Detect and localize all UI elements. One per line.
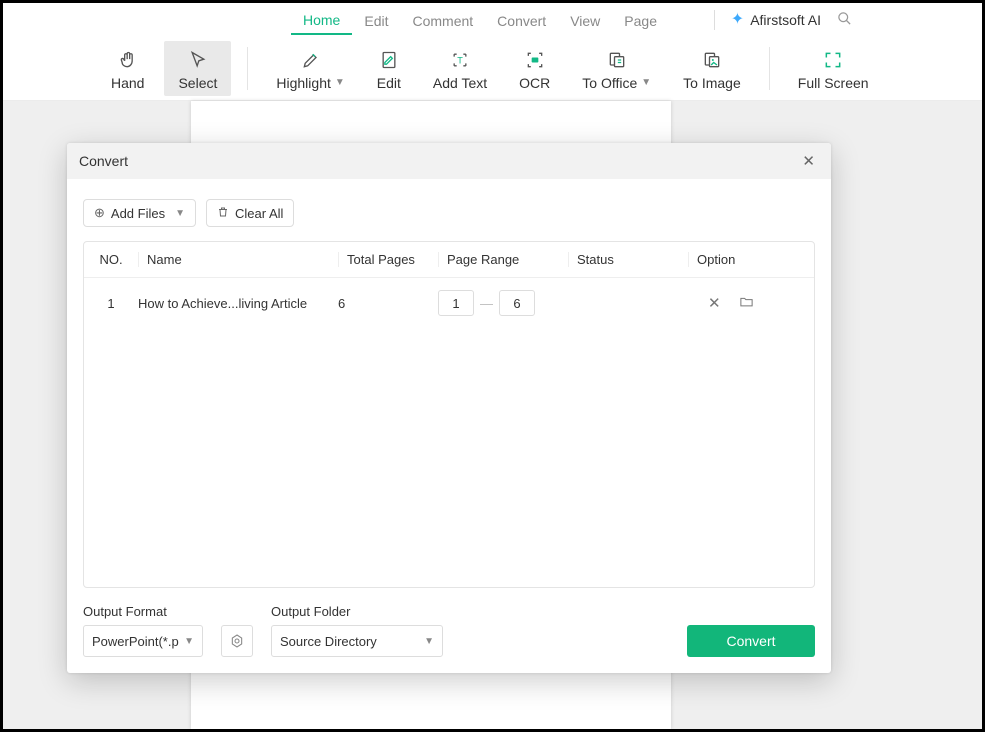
clear-all-button[interactable]: Clear All <box>206 199 294 227</box>
tool-full-screen-label: Full Screen <box>798 75 869 91</box>
caret-down-icon: ▼ <box>184 636 194 647</box>
tool-to-image[interactable]: To Image <box>669 41 755 96</box>
to-image-icon <box>702 49 722 71</box>
dialog-header: Convert ✕ <box>67 143 831 179</box>
col-status: Status <box>568 252 688 267</box>
caret-down-icon: ▼ <box>175 208 185 219</box>
output-folder-label: Output Folder <box>271 604 443 619</box>
tool-select-label: Select <box>178 75 217 91</box>
tool-add-text[interactable]: T Add Text <box>419 41 501 96</box>
tool-full-screen[interactable]: Full Screen <box>784 41 883 96</box>
add-files-button[interactable]: ⊕ Add Files ▼ <box>83 199 196 227</box>
main-menu: Home Edit Comment Convert View Page ✦ Af… <box>3 3 982 37</box>
menu-divider <box>714 10 715 30</box>
hand-icon <box>118 49 138 71</box>
table-row: 1 How to Achieve...living Article 6 — ✕ <box>84 278 814 326</box>
cursor-icon <box>188 49 208 71</box>
file-table-head: NO. Name Total Pages Page Range Status O… <box>84 242 814 278</box>
ai-label: Afirstsoft AI <box>750 12 821 28</box>
tool-edit-label: Edit <box>377 75 401 91</box>
caret-down-icon: ▼ <box>641 77 651 88</box>
gear-icon <box>229 633 245 649</box>
clear-all-label: Clear All <box>235 206 283 221</box>
tool-to-office-label: To Office <box>582 75 637 91</box>
tool-edit[interactable]: Edit <box>363 41 415 96</box>
menu-comment[interactable]: Comment <box>400 6 485 34</box>
output-folder-value: Source Directory <box>280 634 377 649</box>
cell-option: ✕ <box>688 294 808 313</box>
tool-to-office[interactable]: To Office ▼ <box>568 41 665 96</box>
tool-to-image-label: To Image <box>683 75 741 91</box>
tool-hand[interactable]: Hand <box>97 41 158 96</box>
caret-down-icon: ▼ <box>335 77 345 88</box>
menu-page[interactable]: Page <box>612 6 669 34</box>
tool-add-text-label: Add Text <box>433 75 487 91</box>
col-option: Option <box>688 252 808 267</box>
toolbar-divider <box>769 47 770 90</box>
page-range-from-input[interactable] <box>438 290 474 316</box>
col-page-range: Page Range <box>438 252 568 267</box>
convert-dialog: Convert ✕ ⊕ Add Files ▼ Clear All NO. Na… <box>67 143 831 673</box>
cell-no: 1 <box>84 296 138 311</box>
tool-highlight-label: Highlight <box>276 75 330 91</box>
add-files-label: Add Files <box>111 206 165 221</box>
menu-view[interactable]: View <box>558 6 612 34</box>
tool-ocr[interactable]: OCR <box>505 41 564 96</box>
fullscreen-icon <box>823 49 843 71</box>
toolbar-divider <box>247 47 248 90</box>
range-dash: — <box>480 296 493 311</box>
col-no: NO. <box>84 252 138 267</box>
toolbar: Hand Select Highlight ▼ Edit T Add Text … <box>3 37 982 101</box>
close-icon[interactable]: ✕ <box>798 148 819 174</box>
page-range-to-input[interactable] <box>499 290 535 316</box>
svg-text:T: T <box>457 55 463 65</box>
dialog-title: Convert <box>79 153 128 169</box>
col-total-pages: Total Pages <box>338 252 438 267</box>
menu-home[interactable]: Home <box>291 5 352 35</box>
edit-page-icon <box>379 49 399 71</box>
output-format-select[interactable]: PowerPoint(*.p ▼ <box>83 625 203 657</box>
tool-select[interactable]: Select <box>164 41 231 96</box>
remove-row-icon[interactable]: ✕ <box>708 294 721 313</box>
tool-ocr-label: OCR <box>519 75 550 91</box>
menu-convert[interactable]: Convert <box>485 6 558 34</box>
to-office-icon <box>607 49 627 71</box>
output-folder-select[interactable]: Source Directory ▼ <box>271 625 443 657</box>
cell-name: How to Achieve...living Article <box>138 296 338 311</box>
menu-edit[interactable]: Edit <box>352 6 400 34</box>
sparkle-icon: ✦ <box>731 12 744 28</box>
open-folder-icon[interactable] <box>739 294 754 313</box>
tool-highlight[interactable]: Highlight ▼ <box>262 41 358 96</box>
trash-icon <box>217 206 229 221</box>
ai-button[interactable]: ✦ Afirstsoft AI <box>725 12 827 28</box>
cell-total-pages: 6 <box>338 296 438 311</box>
ocr-icon <box>525 49 545 71</box>
highlighter-icon <box>301 49 321 71</box>
col-name: Name <box>138 252 338 267</box>
cell-page-range: — <box>438 290 568 316</box>
output-format-value: PowerPoint(*.p <box>92 634 179 649</box>
output-format-settings-button[interactable] <box>221 625 253 657</box>
file-table: NO. Name Total Pages Page Range Status O… <box>83 241 815 588</box>
search-icon[interactable] <box>827 11 862 30</box>
convert-button[interactable]: Convert <box>687 625 815 657</box>
caret-down-icon: ▼ <box>424 636 434 647</box>
output-format-label: Output Format <box>83 604 203 619</box>
tool-hand-label: Hand <box>111 75 144 91</box>
add-text-icon: T <box>450 49 470 71</box>
plus-circle-icon: ⊕ <box>94 205 105 221</box>
